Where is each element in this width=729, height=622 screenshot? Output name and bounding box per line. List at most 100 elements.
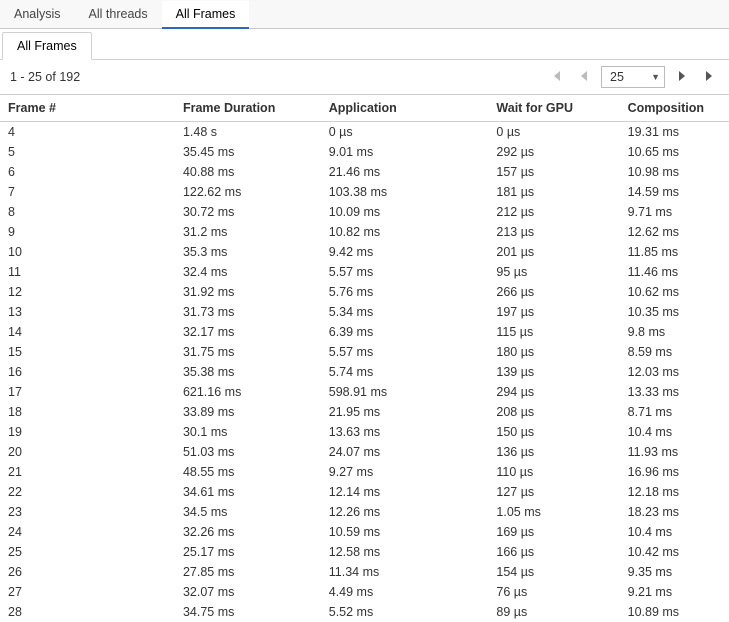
- table-row[interactable]: 640.88 ms21.46 ms157 µs10.98 ms: [0, 162, 729, 182]
- table-cell: 25: [0, 542, 175, 562]
- table-cell: 10.98 ms: [620, 162, 729, 182]
- table-row[interactable]: 41.48 s0 µs0 µs19.31 ms: [0, 122, 729, 143]
- table-row[interactable]: 2525.17 ms12.58 ms166 µs10.42 ms: [0, 542, 729, 562]
- table-cell: 0 µs: [321, 122, 489, 143]
- subtab-all-frames[interactable]: All Frames: [2, 32, 92, 60]
- table-row[interactable]: 2334.5 ms12.26 ms1.05 ms18.23 ms: [0, 502, 729, 522]
- table-cell: 122.62 ms: [175, 182, 321, 202]
- table-cell: 150 µs: [488, 422, 619, 442]
- table-row[interactable]: 1833.89 ms21.95 ms208 µs8.71 ms: [0, 402, 729, 422]
- table-row[interactable]: 2234.61 ms12.14 ms127 µs12.18 ms: [0, 482, 729, 502]
- tab-all-threads[interactable]: All threads: [75, 1, 162, 29]
- table-header-row: Frame # Frame Duration Application Wait …: [0, 95, 729, 122]
- col-composition[interactable]: Composition: [620, 95, 729, 122]
- prev-page-button[interactable]: [573, 66, 595, 88]
- table-cell: 31.2 ms: [175, 222, 321, 242]
- pager: 1 - 25 of 192 25 ▼: [0, 60, 729, 95]
- table-cell: 40.88 ms: [175, 162, 321, 182]
- table-row[interactable]: 1035.3 ms9.42 ms201 µs11.85 ms: [0, 242, 729, 262]
- table-cell: 0 µs: [488, 122, 619, 143]
- last-page-icon: [704, 70, 716, 85]
- table-cell: 9.21 ms: [620, 582, 729, 602]
- table-row[interactable]: 7122.62 ms103.38 ms181 µs14.59 ms: [0, 182, 729, 202]
- table-cell: 32.17 ms: [175, 322, 321, 342]
- table-cell: 21.46 ms: [321, 162, 489, 182]
- table-cell: 5.57 ms: [321, 262, 489, 282]
- table-cell: 24: [0, 522, 175, 542]
- col-application[interactable]: Application: [321, 95, 489, 122]
- table-cell: 292 µs: [488, 142, 619, 162]
- table-cell: 34.61 ms: [175, 482, 321, 502]
- table-cell: 14.59 ms: [620, 182, 729, 202]
- table-cell: 266 µs: [488, 282, 619, 302]
- table-row[interactable]: 535.45 ms9.01 ms292 µs10.65 ms: [0, 142, 729, 162]
- table-cell: 12: [0, 282, 175, 302]
- table-row[interactable]: 2732.07 ms4.49 ms76 µs9.21 ms: [0, 582, 729, 602]
- table-row[interactable]: 1635.38 ms5.74 ms139 µs12.03 ms: [0, 362, 729, 382]
- table-cell: 136 µs: [488, 442, 619, 462]
- table-cell: 115 µs: [488, 322, 619, 342]
- table-row[interactable]: 1331.73 ms5.34 ms197 µs10.35 ms: [0, 302, 729, 322]
- table-row[interactable]: 2432.26 ms10.59 ms169 µs10.4 ms: [0, 522, 729, 542]
- table-cell: 31.92 ms: [175, 282, 321, 302]
- tab-all-frames[interactable]: All Frames: [162, 1, 250, 29]
- table-cell: 1.05 ms: [488, 502, 619, 522]
- table-cell: 212 µs: [488, 202, 619, 222]
- table-row[interactable]: 2051.03 ms24.07 ms136 µs11.93 ms: [0, 442, 729, 462]
- table-cell: 5.57 ms: [321, 342, 489, 362]
- table-cell: 26: [0, 562, 175, 582]
- prev-page-icon: [578, 70, 590, 85]
- table-row[interactable]: 830.72 ms10.09 ms212 µs9.71 ms: [0, 202, 729, 222]
- table-row[interactable]: 2627.85 ms11.34 ms154 µs9.35 ms: [0, 562, 729, 582]
- pager-controls: 25 ▼: [545, 66, 721, 88]
- table-row[interactable]: 1432.17 ms6.39 ms115 µs9.8 ms: [0, 322, 729, 342]
- col-wait-for-gpu[interactable]: Wait for GPU: [488, 95, 619, 122]
- table-row[interactable]: 1231.92 ms5.76 ms266 µs10.62 ms: [0, 282, 729, 302]
- table-cell: 11.85 ms: [620, 242, 729, 262]
- table-cell: 10.62 ms: [620, 282, 729, 302]
- table-cell: 27.85 ms: [175, 562, 321, 582]
- col-frame-num[interactable]: Frame #: [0, 95, 175, 122]
- table-cell: 110 µs: [488, 462, 619, 482]
- table-cell: 16.96 ms: [620, 462, 729, 482]
- table-cell: 9: [0, 222, 175, 242]
- table-cell: 8.71 ms: [620, 402, 729, 422]
- table-row[interactable]: 2148.55 ms9.27 ms110 µs16.96 ms: [0, 462, 729, 482]
- next-page-button[interactable]: [671, 66, 693, 88]
- table-row[interactable]: 2834.75 ms5.52 ms89 µs10.89 ms: [0, 602, 729, 622]
- tab-analysis[interactable]: Analysis: [0, 1, 75, 29]
- table-cell: 32.07 ms: [175, 582, 321, 602]
- frames-table: Frame # Frame Duration Application Wait …: [0, 95, 729, 622]
- table-cell: 10.65 ms: [620, 142, 729, 162]
- table-cell: 24.07 ms: [321, 442, 489, 462]
- table-cell: 10.09 ms: [321, 202, 489, 222]
- table-row[interactable]: 1930.1 ms13.63 ms150 µs10.4 ms: [0, 422, 729, 442]
- table-cell: 10.89 ms: [620, 602, 729, 622]
- table-cell: 11.34 ms: [321, 562, 489, 582]
- table-cell: 89 µs: [488, 602, 619, 622]
- table-cell: 13.33 ms: [620, 382, 729, 402]
- table-cell: 166 µs: [488, 542, 619, 562]
- table-cell: 27: [0, 582, 175, 602]
- page-size-select[interactable]: 25 ▼: [601, 66, 665, 88]
- table-cell: 621.16 ms: [175, 382, 321, 402]
- table-cell: 10.82 ms: [321, 222, 489, 242]
- table-cell: 21: [0, 462, 175, 482]
- table-row[interactable]: 1132.4 ms5.57 ms95 µs11.46 ms: [0, 262, 729, 282]
- table-cell: 28: [0, 602, 175, 622]
- table-row[interactable]: 17621.16 ms598.91 ms294 µs13.33 ms: [0, 382, 729, 402]
- table-cell: 9.42 ms: [321, 242, 489, 262]
- table-cell: 6.39 ms: [321, 322, 489, 342]
- table-cell: 10.4 ms: [620, 522, 729, 542]
- table-cell: 32.26 ms: [175, 522, 321, 542]
- last-page-button[interactable]: [699, 66, 721, 88]
- table-cell: 35.3 ms: [175, 242, 321, 262]
- table-cell: 12.58 ms: [321, 542, 489, 562]
- table-cell: 5: [0, 142, 175, 162]
- col-frame-duration[interactable]: Frame Duration: [175, 95, 321, 122]
- table-cell: 5.74 ms: [321, 362, 489, 382]
- first-page-button[interactable]: [545, 66, 567, 88]
- table-row[interactable]: 931.2 ms10.82 ms213 µs12.62 ms: [0, 222, 729, 242]
- table-cell: 48.55 ms: [175, 462, 321, 482]
- table-row[interactable]: 1531.75 ms5.57 ms180 µs8.59 ms: [0, 342, 729, 362]
